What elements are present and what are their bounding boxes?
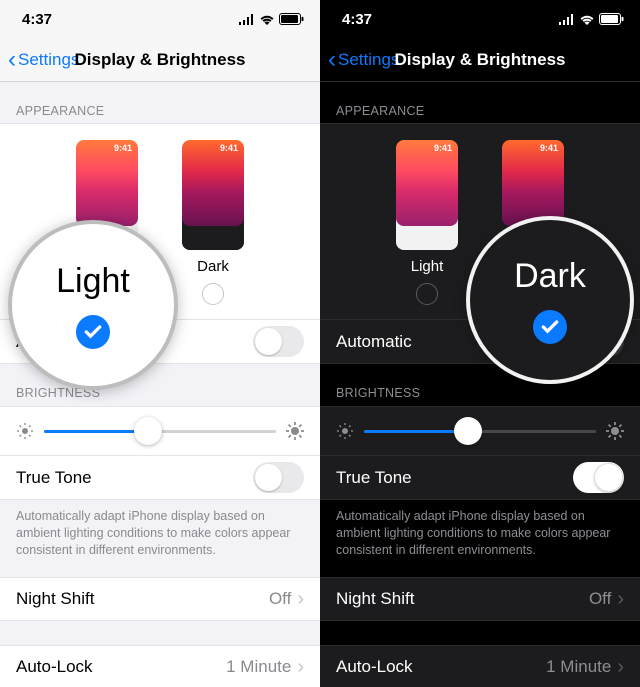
light-preview: 9:41 — [396, 140, 458, 250]
magnifier-light-radio — [76, 315, 110, 349]
brightness-slider-row — [0, 406, 320, 456]
nightshift-row[interactable]: Night Shift Off › — [320, 577, 640, 621]
nightshift-row[interactable]: Night Shift Off › — [0, 577, 320, 621]
brightness-slider[interactable] — [364, 417, 596, 445]
battery-icon — [279, 13, 304, 25]
signal-icon — [238, 14, 255, 25]
truetone-toggle[interactable] — [253, 462, 304, 493]
status-time: 4:37 — [342, 11, 372, 28]
status-time: 4:37 — [22, 11, 52, 28]
magnifier-dark-radio — [533, 310, 567, 344]
back-button[interactable]: ‹ Settings — [8, 48, 79, 72]
chevron-right-icon: › — [297, 589, 304, 609]
sun-large-icon — [286, 422, 304, 440]
brightness-slider-row — [320, 406, 640, 456]
truetone-row[interactable]: True Tone — [320, 456, 640, 500]
sun-small-icon — [16, 422, 34, 440]
nightshift-label: Night Shift — [336, 589, 414, 609]
status-bar: 4:37 — [320, 0, 640, 38]
nav-bar: ‹ Settings Display & Brightness — [320, 38, 640, 82]
autolock-row[interactable]: Auto-Lock 1 Minute › — [0, 645, 320, 687]
sun-large-icon — [606, 422, 624, 440]
automatic-toggle[interactable] — [253, 326, 304, 357]
truetone-footer: Automatically adapt iPhone display based… — [0, 500, 320, 577]
chevron-left-icon: ‹ — [328, 48, 336, 72]
battery-icon — [599, 13, 624, 25]
truetone-footer: Automatically adapt iPhone display based… — [320, 500, 640, 577]
appearance-light-option[interactable]: 9:41 Light — [396, 140, 458, 305]
truetone-row[interactable]: True Tone — [0, 456, 320, 500]
light-radio[interactable] — [416, 283, 438, 305]
dark-mode-screen: 4:37 ‹ Settings Display & Brightness APP… — [320, 0, 640, 687]
signal-icon — [558, 14, 575, 25]
nav-bar: ‹ Settings Display & Brightness — [0, 38, 320, 82]
light-mode-screen: 4:37 ‹ Settings Display & Brightness APP… — [0, 0, 320, 687]
nightshift-label: Night Shift — [16, 589, 94, 609]
dark-preview: 9:41 — [182, 140, 244, 250]
chevron-right-icon: › — [297, 657, 304, 677]
wifi-icon — [259, 14, 275, 25]
dark-radio[interactable] — [202, 283, 224, 305]
truetone-label: True Tone — [336, 468, 412, 488]
wifi-icon — [579, 14, 595, 25]
truetone-toggle[interactable] — [573, 462, 624, 493]
automatic-label: Automatic — [336, 332, 412, 352]
autolock-value: 1 Minute › — [546, 657, 624, 677]
status-right — [238, 13, 304, 25]
status-right — [558, 13, 624, 25]
sun-small-icon — [336, 422, 354, 440]
status-bar: 4:37 — [0, 0, 320, 38]
magnifier-light-label: Light — [56, 262, 130, 301]
magnifier-dark-label: Dark — [514, 257, 586, 296]
autolock-value: 1 Minute › — [226, 657, 304, 677]
appearance-dark-option[interactable]: 9:41 Dark — [182, 140, 244, 305]
appearance-header: APPEARANCE — [0, 82, 320, 124]
dark-label: Dark — [197, 258, 229, 275]
brightness-slider[interactable] — [44, 417, 276, 445]
chevron-left-icon: ‹ — [8, 48, 16, 72]
chevron-right-icon: › — [617, 589, 624, 609]
truetone-label: True Tone — [16, 468, 92, 488]
chevron-right-icon: › — [617, 657, 624, 677]
back-label: Settings — [338, 50, 399, 70]
back-button[interactable]: ‹ Settings — [328, 48, 399, 72]
appearance-header: APPEARANCE — [320, 82, 640, 124]
autolock-label: Auto-Lock — [16, 657, 93, 677]
nightshift-value: Off › — [269, 589, 304, 609]
magnifier-light: Light — [8, 220, 178, 390]
autolock-row[interactable]: Auto-Lock 1 Minute › — [320, 645, 640, 687]
autolock-label: Auto-Lock — [336, 657, 413, 677]
magnifier-dark: Dark — [466, 216, 634, 384]
nightshift-value: Off › — [589, 589, 624, 609]
back-label: Settings — [18, 50, 79, 70]
light-label: Light — [411, 258, 444, 275]
